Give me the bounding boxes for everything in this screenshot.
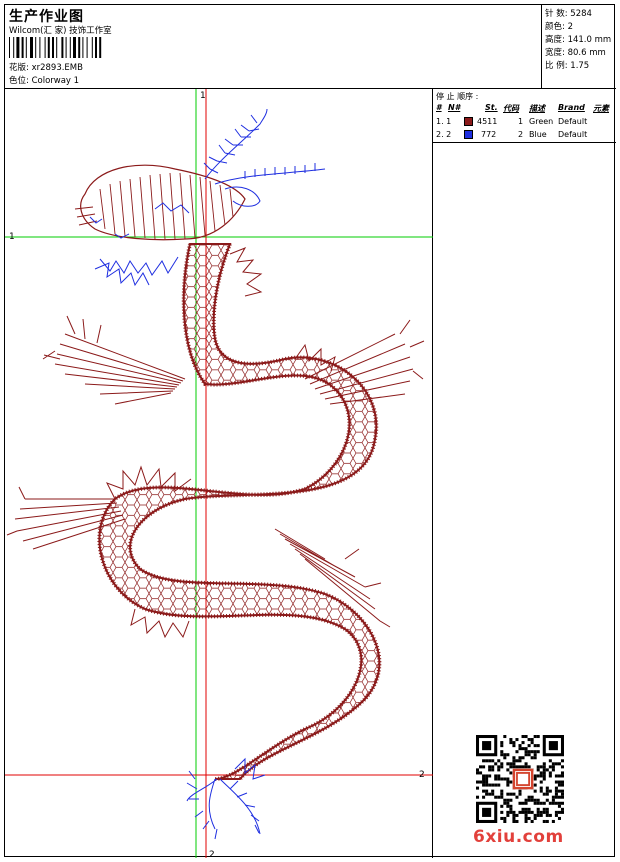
spec-colors: 颜色: 2 (545, 22, 573, 32)
page-title: 生产作业图 (9, 9, 84, 25)
spec-width: 宽度: 80.6 mm (545, 48, 606, 58)
dragon-belly-stitches (128, 243, 382, 781)
colorway-value: Colorway 1 (31, 76, 80, 86)
colorway-line: 色位: Colorway 1 (9, 74, 79, 86)
qr-code-icon (476, 735, 564, 823)
company-name: Wilcom(汇 家) 技饰工作室 (9, 26, 112, 36)
legend-header-stitches: St. (485, 103, 498, 112)
header-block: 生产作业图 Wilcom(汇 家) 技饰工作室 花版: xr2893.EMB 色… (5, 5, 542, 89)
legend-header-code: 代码 (503, 104, 519, 113)
page-frame: 生产作业图 Wilcom(汇 家) 技饰工作室 花版: xr2893.EMB 色… (4, 4, 616, 860)
pattern-label: 花版: (9, 63, 29, 73)
marker-left: 1 (9, 232, 15, 242)
marker-top: 1 (200, 91, 206, 101)
spec-panel: 针 数: 5284 颜色: 2 高度: 141.0 mm 宽度: 80.6 mm… (542, 5, 616, 89)
spec-height: 高度: 141.0 mm (545, 35, 612, 45)
marker-bottom: 2 (209, 850, 215, 858)
dragon-head-hatching (74, 172, 234, 240)
dragon-horns (89, 108, 326, 239)
legend-header-brand: Brand (558, 103, 585, 112)
watermark: 6xiu.com (473, 827, 564, 847)
pattern-line: 花版: xr2893.EMB (9, 61, 83, 73)
dragon-tail (186, 757, 266, 840)
legend-header-desc: 描述 (529, 104, 545, 113)
legend-header-needle: N# (448, 103, 461, 112)
dragon-embroidery: 1 1 2 2 (5, 89, 433, 860)
spec-stitches: 针 数: 5284 (545, 9, 592, 19)
dragon-body-fill (98, 243, 381, 780)
legend-header-element: 元素 (593, 104, 609, 113)
color-swatch (464, 130, 473, 139)
spec-scale: 比 例: 1.75 (545, 61, 590, 71)
colorway-label: 色位: (9, 76, 29, 86)
color-legend: 停 止 顺序 : # N# St. 代码 描述 Brand 元素 1. 1 45… (433, 89, 616, 143)
legend-caption: 停 止 顺序 : (436, 92, 479, 101)
color-swatch (464, 117, 473, 126)
legend-header-stop: # (436, 103, 442, 112)
pattern-value: xr2893.EMB (31, 63, 83, 73)
marker-right: 2 (419, 770, 425, 780)
barcode-icon (9, 37, 102, 58)
design-area: 1 1 2 2 (5, 89, 433, 860)
dragon-beard (99, 256, 179, 276)
